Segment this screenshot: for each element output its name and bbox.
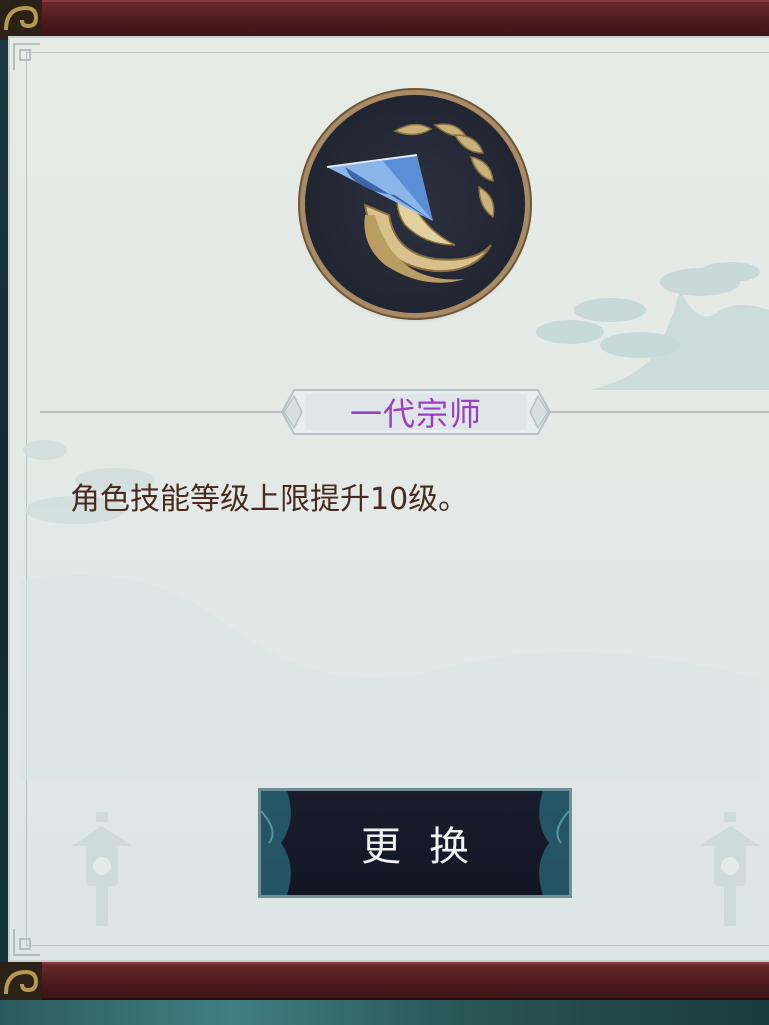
lantern-decoration-icon	[700, 812, 760, 926]
frame-corner-ornament	[0, 962, 42, 1000]
mist-background-icon	[20, 575, 760, 780]
skill-emblem-badge	[305, 95, 525, 313]
skill-title-plate: 一代宗师	[280, 386, 552, 438]
change-button-label: 更换	[361, 824, 497, 870]
top-frame-bar	[0, 0, 769, 40]
panel-corner-icon	[13, 43, 40, 70]
lantern-decoration-icon	[72, 812, 132, 926]
skill-description: 角色技能等级上限提升10级。	[70, 482, 469, 517]
panel-corner-icon	[13, 929, 40, 956]
skill-title: 一代宗师	[349, 395, 482, 433]
background-scenery-strip	[0, 1000, 769, 1025]
bottom-frame-bar	[0, 962, 769, 1000]
pine-tree-decoration-icon	[536, 262, 769, 390]
change-button[interactable]: 更换	[258, 788, 572, 898]
frame-corner-ornament	[0, 0, 42, 40]
straw-hat-wreath-icon	[326, 123, 495, 283]
